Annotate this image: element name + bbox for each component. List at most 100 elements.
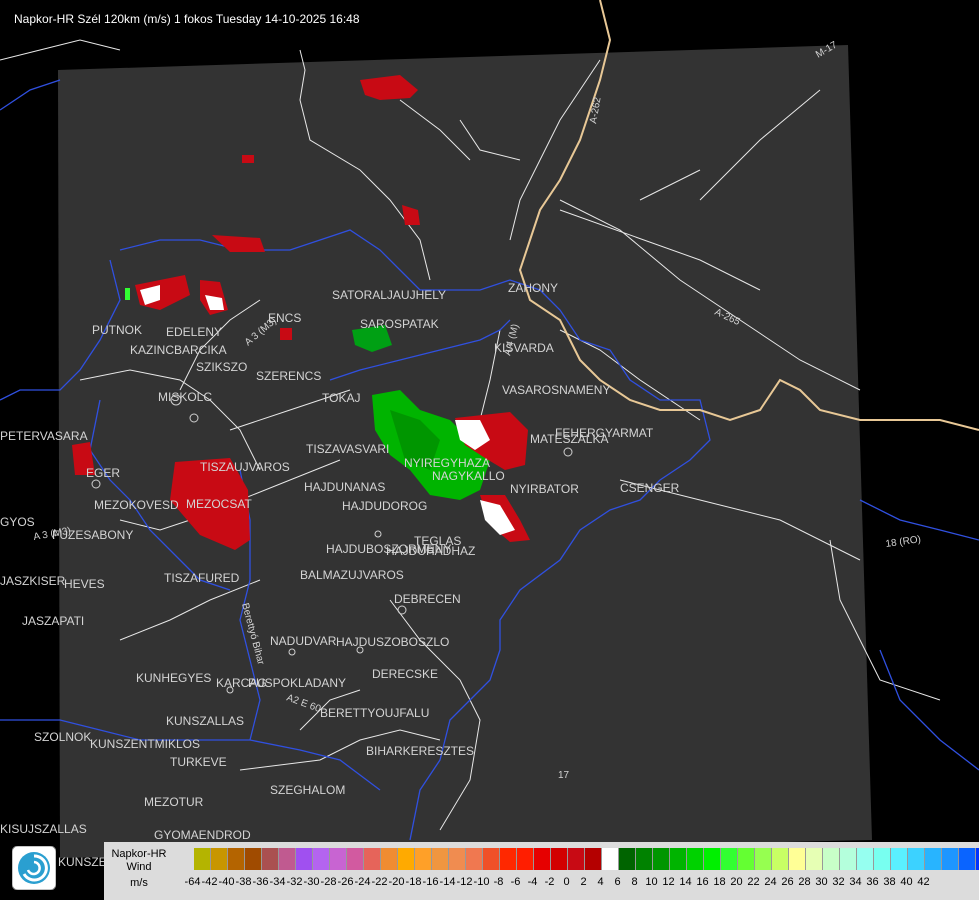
place-label: HEVES [64, 577, 105, 591]
place-label: SZEGHALOM [270, 783, 345, 797]
place-label: BIHARKERESZTES [366, 744, 474, 758]
legend-swatch [551, 848, 568, 870]
legend-swatch [364, 848, 381, 870]
map-title: Napkor-HR Szél 120km (m/s) 1 fokos Tuesd… [14, 12, 360, 26]
legend-tick: -64 [184, 876, 201, 888]
place-label: TOKAJ [322, 391, 360, 405]
place-label: SZOLNOK [34, 730, 91, 744]
legend-tick: 10 [645, 876, 658, 888]
legend-swatch [636, 848, 653, 870]
legend-tick: 42 [917, 876, 930, 888]
legend-tick: 36 [866, 876, 879, 888]
legend-tick: 26 [781, 876, 794, 888]
legend-swatch [585, 848, 602, 870]
legend-swatch [670, 848, 687, 870]
place-label: PUTNOK [92, 323, 142, 337]
legend-swatch [211, 848, 228, 870]
legend-swatch [823, 848, 840, 870]
place-label: NYIREGYHAZA [404, 456, 490, 470]
legend-swatch [347, 848, 364, 870]
place-label: HAJDUHADHAZ [386, 544, 475, 558]
legend-tick: 20 [730, 876, 743, 888]
place-label: TISZAUJVAROS [200, 460, 290, 474]
place-label: TURKEVE [170, 755, 227, 769]
place-label: TISZAVASVARI [306, 442, 389, 456]
place-label: NADUDVAR [270, 634, 337, 648]
place-label: EGER [86, 466, 120, 480]
legend-swatch [500, 848, 517, 870]
legend-tick: -24 [354, 876, 371, 888]
legend-swatch [449, 848, 466, 870]
place-label: PETERVASARA [0, 429, 88, 443]
legend-swatch [806, 848, 823, 870]
legend-tick: -28 [320, 876, 337, 888]
legend-swatch [483, 848, 500, 870]
place-label: EDELENY [166, 325, 222, 339]
legend-tick: -2 [544, 876, 555, 888]
legend-tick: -4 [527, 876, 538, 888]
legend-swatch [415, 848, 432, 870]
legend-tick: -14 [439, 876, 456, 888]
place-label: KUNSZALLAS [166, 714, 244, 728]
legend-swatch [840, 848, 857, 870]
legend-tick: -34 [269, 876, 286, 888]
place-label: HAJDUSZOBOSZLO [336, 635, 449, 649]
legend-tick: 4 [597, 876, 604, 888]
legend-swatch [704, 848, 721, 870]
legend-tick: 18 [713, 876, 726, 888]
place-label: MEZOCSAT [186, 497, 252, 511]
legend-tick: -36 [252, 876, 269, 888]
legend-swatch [398, 848, 415, 870]
color-legend: Napkor-HR Wind m/s -64 -42 -40 -38 -36 -34 -32… [104, 842, 979, 900]
legend-swatch [466, 848, 483, 870]
place-label: KAZINCBARCIKA [130, 343, 227, 357]
road-label: 18 (RO) [885, 534, 922, 550]
legend-tick: 14 [679, 876, 692, 888]
legend-swatch [721, 848, 738, 870]
legend-swatch [262, 848, 279, 870]
place-label: BERETTYOUJFALU [320, 706, 429, 720]
place-label: CSENGER [620, 481, 680, 495]
legend-swatch [857, 848, 874, 870]
legend-swatch [279, 848, 296, 870]
legend-swatch [432, 848, 449, 870]
radar-map: SATORALJAUJHELY ZAHONY SAROSPATAK KISVAR… [0, 0, 979, 869]
legend-tick: -40 [218, 876, 235, 888]
legend-tick: -8 [493, 876, 504, 888]
legend-swatch [772, 848, 789, 870]
legend-swatch [687, 848, 704, 870]
place-label: JASZAPATI [22, 614, 84, 628]
legend-label: Napkor-HR Wind m/s [106, 848, 172, 890]
legend-swatch [568, 848, 585, 870]
place-label: GYOMAENDROD [154, 828, 251, 842]
place-label: NYIRBATOR [510, 482, 579, 496]
legend-tick: 32 [832, 876, 845, 888]
legend-tick: -10 [473, 876, 490, 888]
legend-tick: -20 [388, 876, 405, 888]
legend-tick: -32 [286, 876, 303, 888]
legend-swatch [534, 848, 551, 870]
legend-tick: 2 [580, 876, 587, 888]
legend-tick: 0 [563, 876, 570, 888]
legend-ticks: -64 -42 -40 -38 -36 -34 -32 -30 -28 -26 -24 -22 -20-… [184, 876, 932, 890]
place-label: MEZOTUR [144, 795, 204, 809]
echo-red-encs [280, 328, 292, 340]
legend-swatch [602, 848, 619, 870]
legend-unit: m/s [130, 877, 148, 889]
place-label: MISKOLC [158, 390, 212, 404]
legend-swatch [245, 848, 262, 870]
place-label: HAJDUDOROG [342, 499, 427, 513]
place-label: NAGYKALLO [432, 469, 505, 483]
legend-tick: 34 [849, 876, 862, 888]
legend-swatch [738, 848, 755, 870]
place-label: GYOS [0, 515, 35, 529]
place-label: PUSPOKLADANY [248, 676, 346, 690]
place-label: BALMAZUJVAROS [300, 568, 404, 582]
legend-swatch [296, 848, 313, 870]
legend-title-line1: Napkor-HR [111, 848, 167, 860]
place-label: SAROSPATAK [360, 317, 439, 331]
legend-tick: 8 [631, 876, 638, 888]
legend-swatch [381, 848, 398, 870]
legend-tick: 28 [798, 876, 811, 888]
legend-tick: -16 [422, 876, 439, 888]
